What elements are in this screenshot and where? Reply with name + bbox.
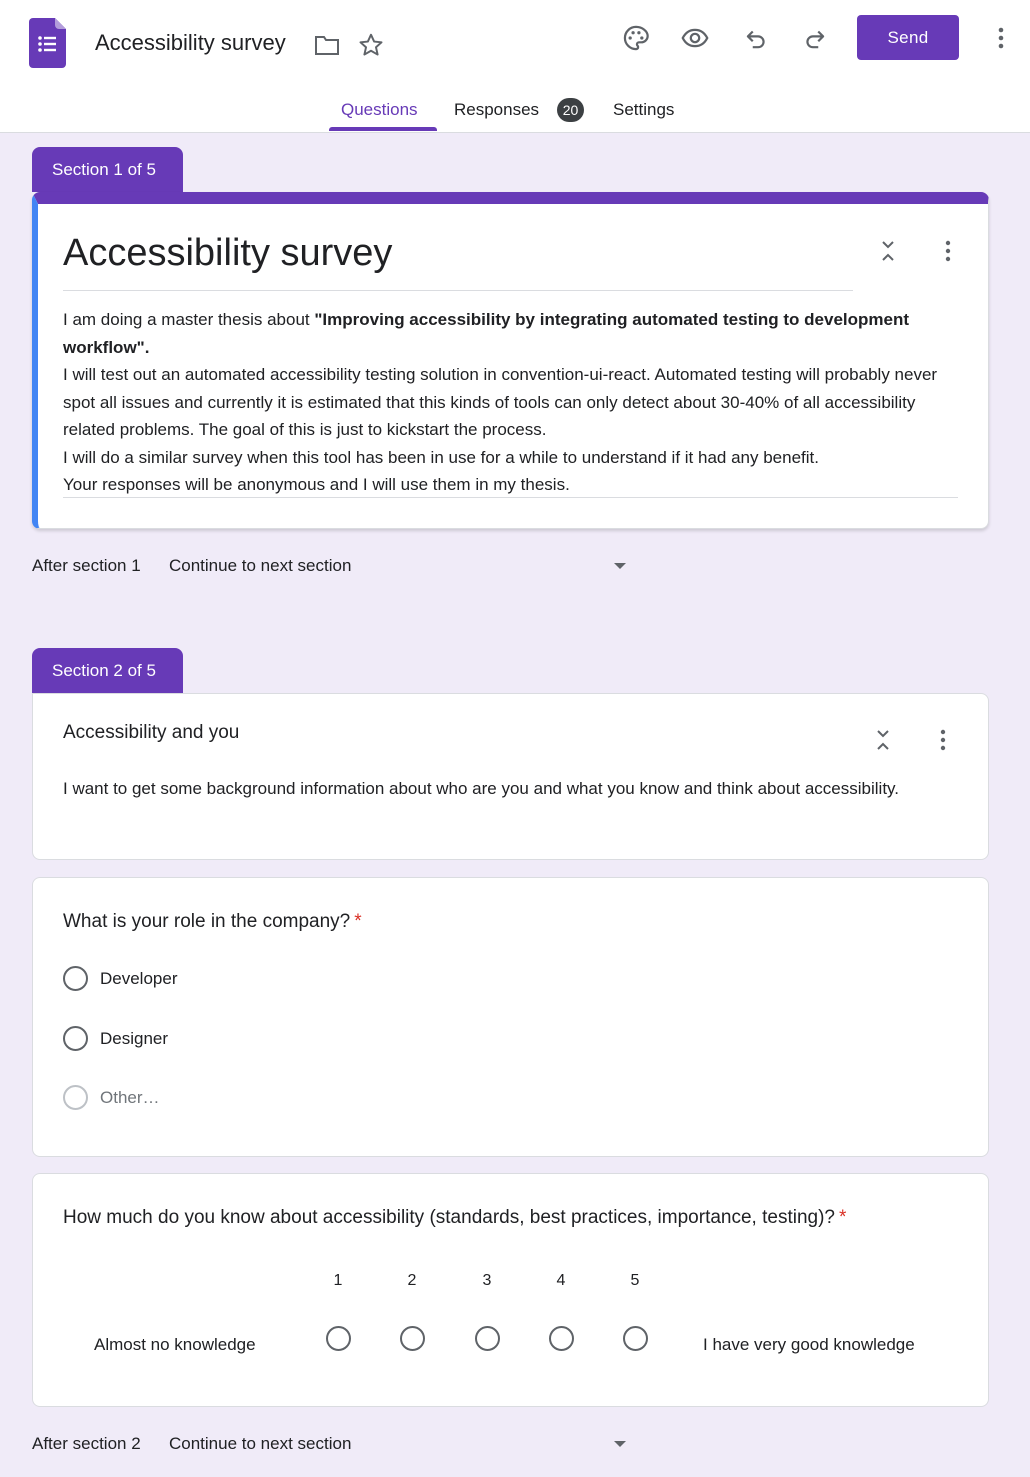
palette-icon[interactable] (621, 23, 651, 53)
question-card-role[interactable]: What is your role in the company? * Devel… (32, 877, 989, 1157)
scale-high-label: I have very good knowledge (703, 1335, 915, 1354)
after-section-select[interactable]: Continue to next section (169, 556, 351, 576)
scale-radio-2[interactable] (400, 1326, 425, 1351)
radio-option-designer[interactable]: Designer (63, 1026, 168, 1051)
section-title[interactable]: Accessibility and you (63, 722, 239, 744)
collapse-icon[interactable] (875, 238, 901, 264)
form-description[interactable]: I am doing a master thesis about "Improv… (63, 306, 963, 499)
description-underline (63, 497, 958, 498)
radio-button[interactable] (63, 1026, 88, 1051)
active-tab-indicator (329, 127, 437, 131)
more-vert-icon[interactable] (935, 238, 961, 264)
question-text: What is your role in the company? (63, 911, 351, 932)
section-header-card[interactable]: Accessibility and you I want to get some… (32, 693, 989, 860)
folder-icon[interactable] (312, 30, 342, 60)
section-description[interactable]: I want to get some background informatio… (63, 775, 913, 803)
radio-button[interactable] (63, 966, 88, 991)
forms-logo-icon[interactable] (29, 18, 66, 68)
scale-radio-4[interactable] (549, 1326, 574, 1351)
section-1-tab: Section 1 of 5 (32, 147, 183, 192)
scale-radio-3[interactable] (475, 1326, 500, 1351)
scale-number: 1 (333, 1272, 343, 1289)
option-label: Developer (100, 968, 178, 988)
question-title: What is your role in the company? * (63, 911, 362, 933)
section-2-tab: Section 2 of 5 (32, 648, 183, 693)
scale-number: 2 (407, 1272, 417, 1289)
radio-option-other[interactable]: Other… (63, 1085, 160, 1110)
more-vert-icon[interactable] (930, 727, 956, 753)
tab-questions[interactable]: Questions (341, 100, 418, 120)
required-asterisk: * (354, 911, 362, 932)
option-label: Other… (100, 1087, 160, 1107)
scale-radio-5[interactable] (623, 1326, 648, 1351)
after-section-select[interactable]: Continue to next section (169, 1434, 351, 1454)
required-asterisk: * (838, 1207, 847, 1228)
undo-icon[interactable] (741, 23, 771, 53)
tab-responses[interactable]: Responses (454, 100, 539, 120)
after-section-label: After section 1 (32, 556, 141, 575)
send-button[interactable]: Send (857, 15, 959, 60)
chevron-down-icon[interactable] (614, 1441, 626, 1447)
description-paragraph: I will test out an automated accessibili… (63, 365, 938, 439)
question-title: How much do you know about accessibility… (63, 1207, 846, 1229)
radio-option-developer[interactable]: Developer (63, 966, 178, 991)
responses-count-badge: 20 (557, 98, 584, 122)
redo-icon[interactable] (800, 23, 830, 53)
scale-number: 5 (630, 1272, 640, 1289)
radio-button[interactable] (63, 1085, 88, 1110)
scale-number: 4 (556, 1272, 566, 1289)
more-vert-icon[interactable] (986, 23, 1016, 53)
chevron-down-icon[interactable] (614, 563, 626, 569)
description-intro: I am doing a master thesis about (63, 310, 315, 329)
top-header: Accessibility survey Send Questions Resp… (0, 0, 1030, 133)
question-card-knowledge[interactable]: How much do you know about accessibility… (32, 1173, 989, 1407)
question-text: How much do you know about accessibility… (63, 1207, 835, 1228)
option-label: Designer (100, 1028, 169, 1048)
description-paragraph: Your responses will be anonymous and I w… (63, 475, 570, 494)
title-underline (63, 290, 853, 291)
form-title[interactable]: Accessibility survey (63, 232, 392, 275)
scale-number: 3 (482, 1272, 492, 1289)
after-section-label: After section 2 (32, 1434, 141, 1453)
description-paragraph: I will do a similar survey when this too… (63, 447, 819, 467)
tab-settings[interactable]: Settings (613, 100, 674, 120)
eye-icon[interactable] (680, 23, 710, 53)
collapse-icon[interactable] (870, 727, 896, 753)
scale-low-label: Almost no knowledge (94, 1335, 256, 1354)
scale-radio-1[interactable] (326, 1326, 351, 1351)
star-icon[interactable] (356, 30, 386, 60)
document-title[interactable]: Accessibility survey (95, 30, 286, 56)
form-title-card[interactable]: Accessibility survey I am doing a master… (32, 192, 989, 529)
